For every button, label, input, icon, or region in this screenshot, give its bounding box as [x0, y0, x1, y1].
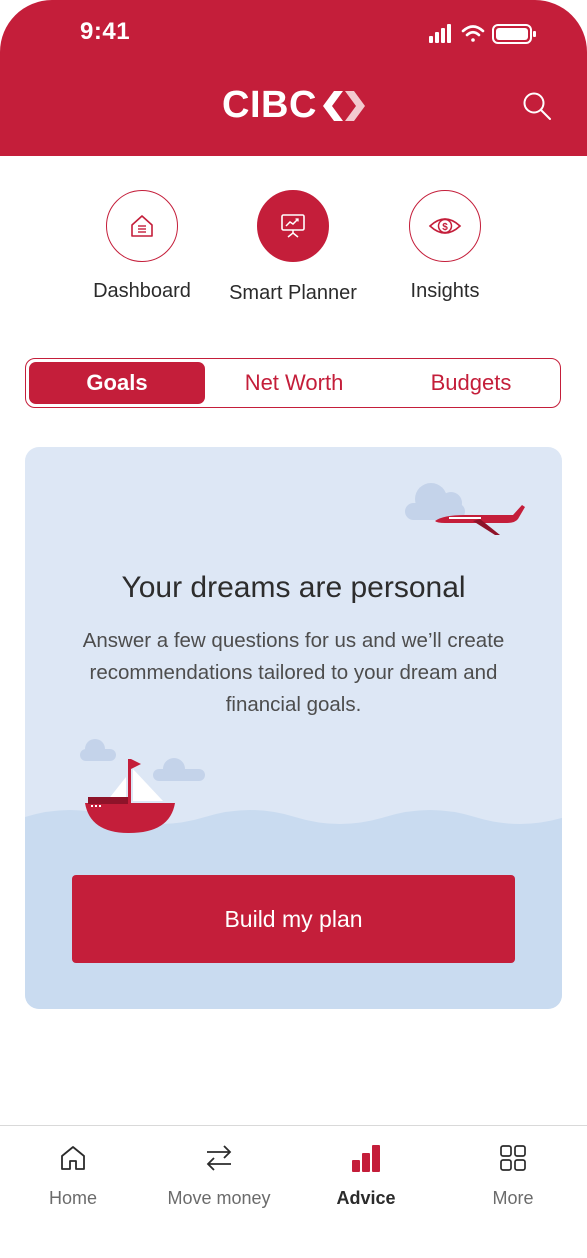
house-icon [131, 215, 153, 237]
cibc-logo: CIBC [0, 84, 587, 127]
cellular-signal-icon [429, 24, 451, 43]
mode-label: Smart Planner [229, 282, 357, 304]
goals-segmented-control: Goals Net Worth Budgets [25, 358, 561, 408]
smart-planner-mode-circle[interactable] [257, 190, 329, 262]
goals-promo-card: Your dreams are personal Answer a few qu… [25, 447, 562, 1009]
tab-home[interactable]: Home [0, 1140, 146, 1209]
tab-label: Advice [336, 1188, 396, 1208]
mode-insights[interactable]: $ Insights [375, 190, 515, 303]
card-description: Answer a few questions for us and we’ll … [82, 629, 505, 716]
cloud-icon [405, 483, 465, 520]
mode-label: Dashboard [93, 280, 191, 302]
tab-advice[interactable]: Advice [293, 1140, 439, 1209]
wifi-icon [461, 25, 485, 42]
tab-label: More [492, 1188, 534, 1208]
status-icons [429, 24, 536, 44]
transfer-arrows-icon [206, 1145, 232, 1171]
tab-move-money[interactable]: Move money [146, 1140, 292, 1209]
card-title: Your dreams are personal [121, 571, 466, 604]
logo-text: CIBC [222, 84, 317, 126]
planner-modes: Dashboard Smart Planner $ Insights [0, 190, 587, 310]
bar-chart-icon [352, 1145, 380, 1172]
tab-label: Home [48, 1188, 97, 1208]
search-icon[interactable] [521, 90, 553, 122]
tab-label: Move money [167, 1188, 271, 1208]
grid-icon [500, 1145, 526, 1171]
tab-more[interactable]: More [440, 1140, 586, 1209]
mode-dashboard[interactable]: Dashboard [72, 190, 212, 303]
insights-mode-circle[interactable]: $ [409, 190, 481, 262]
logo-diamond-icon [322, 90, 365, 121]
home-icon [61, 1146, 85, 1170]
presentation-chart-icon [281, 214, 305, 238]
status-time: 9:41 [80, 18, 131, 45]
tab-net-worth[interactable]: Net Worth [206, 362, 382, 404]
mode-smart-planner[interactable]: Smart Planner [223, 190, 363, 305]
build-my-plan-button[interactable]: Build my plan [72, 875, 515, 963]
battery-icon [492, 24, 536, 44]
eye-dollar-icon: $ [428, 218, 462, 234]
app-header: 9:41 CIBC [0, 0, 587, 156]
svg-text:$: $ [442, 222, 448, 233]
mode-label: Insights [410, 280, 480, 302]
cloud-icon [80, 739, 205, 781]
dashboard-mode-circle[interactable] [106, 190, 178, 262]
bottom-tab-bar: Home Move money Advice More [0, 1125, 587, 1258]
tab-budgets[interactable]: Budgets [383, 362, 559, 404]
tab-goals[interactable]: Goals [29, 362, 205, 404]
